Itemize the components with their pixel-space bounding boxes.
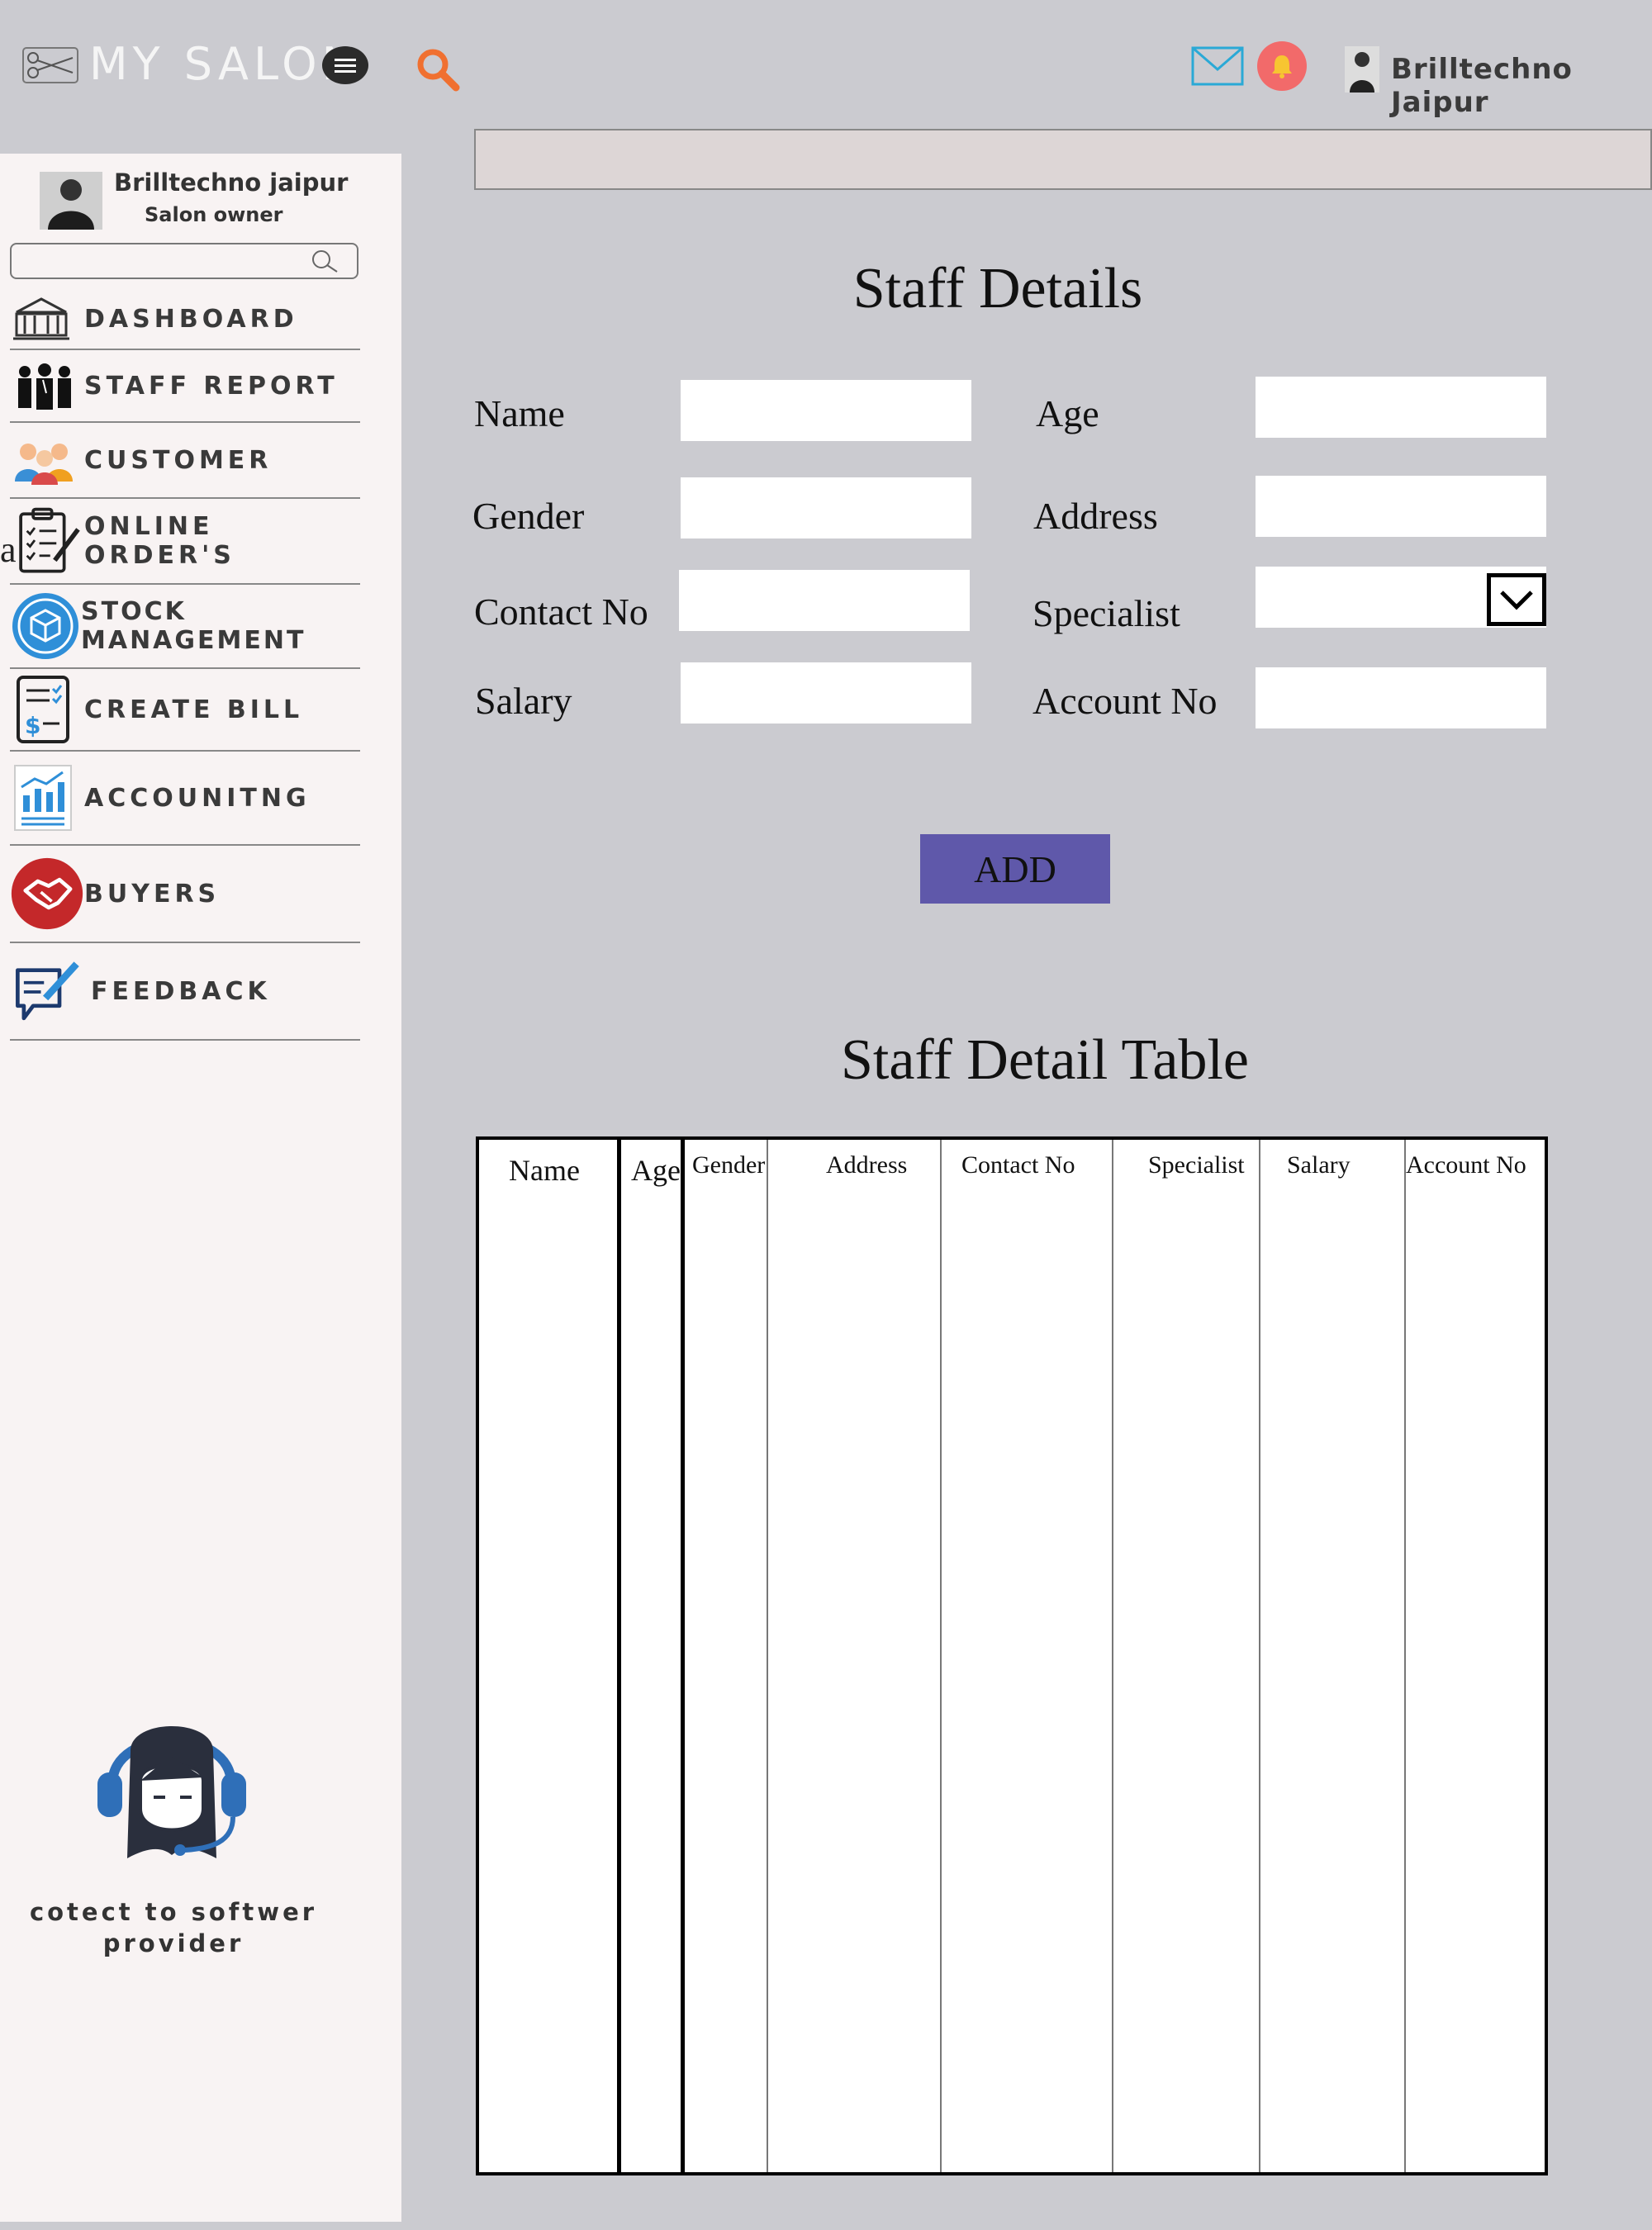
profile-name: Brilltechno jaipur — [114, 168, 349, 197]
sidebar-item-label: CUSTOMER — [84, 445, 273, 475]
clipboard-icon — [10, 507, 84, 574]
column-divider — [681, 1140, 685, 2172]
sidebar-item-online-orders[interactable]: a ONLINE ORDER'S — [0, 499, 360, 585]
gender-label: Gender — [472, 495, 585, 537]
sidebar-item-label: ONLINE ORDER'S — [84, 512, 235, 570]
add-button[interactable]: ADD — [920, 834, 1110, 904]
name-label: Name — [474, 392, 565, 434]
customer-support-icon[interactable] — [79, 1701, 264, 1867]
column-header-name: Name — [509, 1154, 580, 1187]
column-header-salary: Salary — [1287, 1151, 1351, 1179]
mail-icon[interactable] — [1191, 46, 1244, 86]
salary-field[interactable] — [681, 662, 971, 724]
column-divider — [940, 1140, 942, 2172]
stray-character: a — [0, 529, 17, 570]
table-title: Staff Detail Table — [840, 1028, 1250, 1092]
sidebar-item-label: CREATE BILL — [84, 695, 304, 724]
chevron-down-icon[interactable] — [1487, 573, 1546, 626]
sidebar-item-label: FEEDBACK — [91, 976, 271, 1006]
column-header-gender: Gender — [692, 1151, 766, 1179]
sidebar-item-customer[interactable]: CUSTOMER — [10, 423, 360, 499]
bell-icon — [1272, 55, 1292, 78]
sidebar-item-label: BUYERS — [84, 879, 221, 909]
sidebar-item-label: STOCK MANAGEMENT — [81, 597, 306, 655]
sidebar-item-accounting[interactable]: ACCOUNITNG — [10, 752, 360, 846]
profile-avatar — [40, 172, 102, 230]
column-divider — [1404, 1140, 1406, 2172]
notification-bell-button[interactable] — [1257, 41, 1307, 91]
top-banner-strip — [474, 129, 1652, 190]
svg-text:$: $ — [25, 712, 40, 739]
search-icon[interactable] — [413, 45, 463, 94]
account-field[interactable] — [1256, 667, 1546, 728]
sidebar-item-label: ACCOUNITNG — [84, 783, 311, 813]
column-divider — [1112, 1140, 1113, 2172]
user-name[interactable]: Brilltechno Jaipur — [1391, 53, 1652, 119]
staff-icon — [10, 353, 84, 419]
specialist-select[interactable] — [1256, 567, 1546, 628]
avatar[interactable] — [1345, 46, 1379, 93]
scissors-logo-icon — [22, 47, 78, 83]
support-text[interactable]: cotect to softwer provider — [17, 1896, 330, 1959]
specialist-label: Specialist — [1032, 592, 1180, 634]
column-header-age: Age — [631, 1154, 681, 1187]
contact-field[interactable] — [679, 570, 970, 631]
app-name: MY SALON — [89, 38, 361, 90]
stock-icon — [10, 593, 81, 659]
column-divider — [1259, 1140, 1260, 2172]
name-field[interactable] — [681, 380, 971, 441]
contact-label: Contact No — [474, 591, 648, 633]
feedback-icon — [10, 958, 84, 1024]
column-header-contact: Contact No — [961, 1151, 1075, 1179]
salary-label: Salary — [475, 680, 572, 722]
column-header-address: Address — [826, 1151, 908, 1179]
hamburger-menu-button[interactable] — [322, 46, 368, 84]
column-header-specialist: Specialist — [1148, 1151, 1245, 1179]
column-divider — [617, 1140, 621, 2172]
hamburger-icon — [335, 59, 356, 73]
age-label: Age — [1036, 392, 1099, 434]
profile-role: Salon owner — [145, 203, 283, 226]
staff-table[interactable]: Name Age Gender Address Contact No Speci… — [476, 1136, 1548, 2175]
column-header-account: Account No — [1406, 1151, 1526, 1179]
sidebar-item-staff-report[interactable]: STAFF REPORT — [10, 350, 360, 423]
age-field[interactable] — [1256, 377, 1546, 438]
page-title: Staff Details — [852, 257, 1143, 320]
sidebar-item-buyers[interactable]: BUYERS — [10, 846, 360, 943]
bill-icon: $ — [10, 676, 84, 743]
sidebar-item-feedback[interactable]: FEEDBACK — [10, 943, 360, 1041]
address-field[interactable] — [1256, 476, 1546, 537]
gender-field[interactable] — [681, 477, 971, 539]
sidebar-item-stock-management[interactable]: STOCK MANAGEMENT — [10, 585, 360, 669]
handshake-icon — [10, 857, 84, 930]
address-label: Address — [1033, 495, 1158, 537]
customer-icon — [10, 427, 84, 493]
chart-icon — [10, 765, 84, 831]
sidebar-item-create-bill[interactable]: $ CREATE BILL — [10, 669, 360, 752]
column-divider — [767, 1140, 768, 2172]
account-label: Account No — [1032, 680, 1218, 722]
sidebar-item-label: STAFF REPORT — [84, 371, 339, 401]
